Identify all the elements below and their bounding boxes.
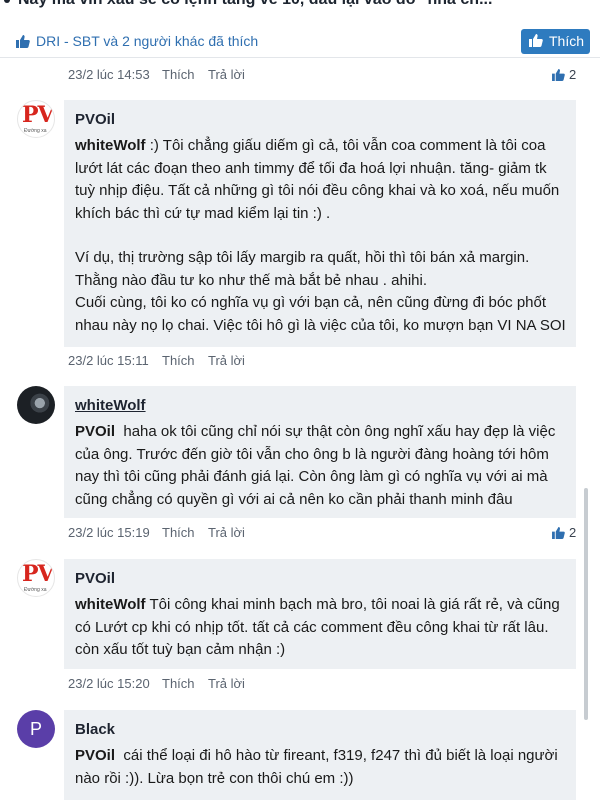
reply-link[interactable]: Trả lời (208, 67, 245, 82)
thread-title-line[interactable]: Này mà vin xấu sẽ có lệnh tăng về 10, đâ… (0, 0, 600, 22)
comment-meta: 23/2 lúc 15:11 Thích Trả lời (68, 351, 592, 371)
comment-box: PVOil whiteWolf :) Tôi chẳng giấu diếm g… (64, 100, 576, 347)
comment-author[interactable]: whiteWolf (75, 397, 146, 414)
comment-text: Cuối cùng, tôi ko có nghĩa vụ gì với bạn… (75, 294, 566, 334)
comment-meta: 23/2 lúc 14:53 Thích Trả lời 2 (68, 65, 592, 85)
thread-title[interactable]: Này mà vin xấu sẽ có lệnh tăng về 10, đâ… (18, 0, 492, 9)
avatar[interactable]: PV Đường xa (17, 100, 55, 138)
comment-body: whiteWolf Tôi công khai minh bạch mà bro… (75, 594, 567, 662)
like-link[interactable]: Thích (162, 676, 195, 691)
avatar[interactable] (17, 386, 55, 424)
comment-box: whiteWolf PVOil haha ok tôi cũng chỉ nói… (64, 386, 576, 518)
like-count-number: 2 (569, 525, 577, 540)
like-link[interactable]: Thích (162, 353, 195, 368)
bullet-icon (4, 0, 10, 3)
thumbs-up-icon (552, 527, 565, 542)
comment-body: PVOil haha ok tôi cũng chỉ nói sự thật c… (75, 421, 567, 511)
like-button[interactable]: Thích (521, 29, 590, 54)
thumbs-up-icon (552, 69, 565, 84)
comment-box: PVOil whiteWolf Tôi công khai minh bạch … (64, 559, 576, 669)
comment-text: haha ok tôi cũng chỉ nói sự thật còn ông… (75, 423, 556, 508)
thumbs-up-icon (16, 35, 30, 52)
comment-text: Ví dụ, thị trường sập tôi lấy margib ra … (75, 249, 530, 289)
avatar[interactable]: PV Đường xa (17, 559, 55, 597)
pvoil-logo: PV (22, 561, 54, 587)
pvoil-logo: PV (22, 102, 54, 128)
scrollbar[interactable] (584, 488, 588, 720)
likes-summary-text[interactable]: DRI - SBT và 2 người khác đã thích (36, 33, 258, 49)
like-button-label: Thích (549, 33, 585, 49)
comment-text: Tôi công khai minh bạch mà bro, tôi noai… (75, 596, 560, 658)
reply-link[interactable]: Trả lời (208, 525, 245, 540)
comment-date[interactable]: 23/2 lúc 14:53 (68, 67, 150, 82)
likes-summary-bar: DRI - SBT và 2 người khác đã thích Thích (0, 24, 600, 58)
comment-box: Black PVOil cái thể loại đi hô hào từ fi… (64, 710, 576, 800)
comment-date[interactable]: 23/2 lúc 15:11 (68, 353, 149, 368)
like-link[interactable]: Thích (162, 525, 195, 540)
comment-body: PVOil cái thể loại đi hô hào từ fireant,… (75, 745, 567, 790)
thumbs-up-icon (529, 34, 543, 50)
comment-author[interactable]: PVOil (75, 111, 115, 128)
comment-text: cái thể loại đi hô hào từ fireant, f319,… (75, 747, 558, 787)
reply-link[interactable]: Trả lời (208, 353, 245, 368)
comment-text: :) Tôi chẳng giấu diếm gì cả, tôi vẫn co… (75, 137, 560, 222)
reply-link[interactable]: Trả lời (208, 676, 245, 691)
like-count-number: 2 (569, 67, 577, 82)
pvoil-logo-tagline: Đường xa (24, 587, 47, 593)
comment-body: whiteWolf :) Tôi chẳng giấu diếm gì cả, … (75, 135, 567, 337)
mention[interactable]: PVOil (75, 423, 115, 440)
comment-meta: 23/2 lúc 15:19 Thích Trả lời 2 (68, 523, 592, 543)
mention[interactable]: whiteWolf (75, 596, 146, 613)
comment-author[interactable]: PVOil (75, 570, 115, 587)
pvoil-logo-tagline: Đường xa (24, 128, 47, 134)
comment-date[interactable]: 23/2 lúc 15:19 (68, 525, 150, 540)
comment-author[interactable]: Black (75, 721, 115, 738)
comment-date[interactable]: 23/2 lúc 15:20 (68, 676, 150, 691)
mention[interactable]: PVOil (75, 747, 115, 764)
comment-meta: 23/2 lúc 15:20 Thích Trả lời (68, 674, 592, 694)
mention[interactable]: whiteWolf (75, 137, 146, 154)
like-count[interactable]: 2 (552, 65, 592, 85)
avatar[interactable]: P (17, 710, 55, 748)
like-link[interactable]: Thích (162, 67, 195, 82)
